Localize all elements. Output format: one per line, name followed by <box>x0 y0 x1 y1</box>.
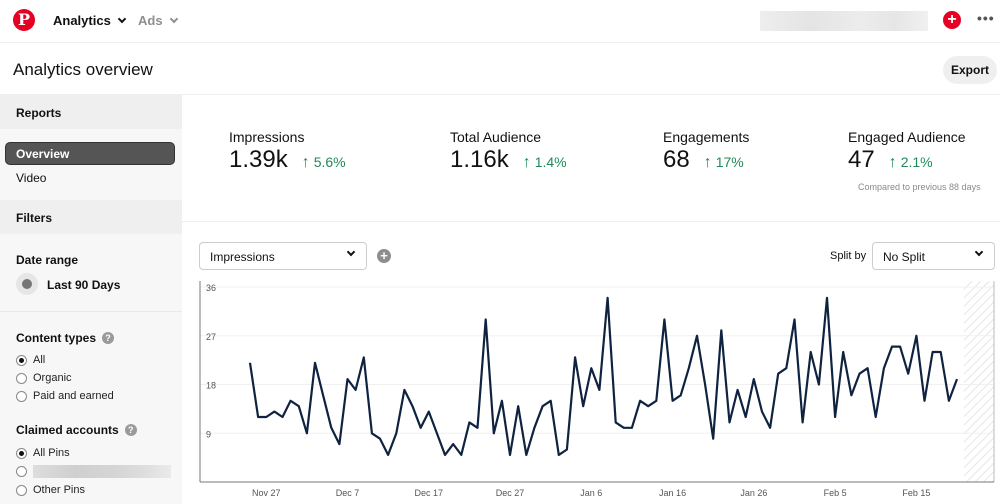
split-by-value: No Split <box>883 250 926 264</box>
date-range-label: Date range <box>16 253 78 267</box>
sidebar-item-overview[interactable]: Overview <box>5 142 175 165</box>
impressions-line-chart[interactable]: 9 18 27 36 Nov 27 Dec 7 Dec 17 Dec 27 Jan 6 Jan 1… <box>182 273 1000 504</box>
chevron-down-icon <box>117 14 127 23</box>
y-tick-label: 36 <box>206 283 216 293</box>
radio-label: Other Pins <box>33 484 85 496</box>
metric-change-value: 2.1% <box>900 154 933 170</box>
metric-value: 1.39k <box>229 146 288 173</box>
help-icon[interactable]: ? <box>102 332 115 344</box>
divider <box>0 311 182 312</box>
date-range-selector[interactable]: Last 90 Days <box>47 278 120 292</box>
radio-label: Organic <box>33 372 72 384</box>
chevron-down-icon <box>974 247 984 257</box>
claimed-accounts-label: Claimed accounts ? <box>16 423 137 437</box>
chevron-down-icon <box>346 247 356 257</box>
radio-content-paid[interactable]: Paid and earned <box>16 390 114 402</box>
x-tick-label: Dec 7 <box>336 488 360 498</box>
metric-label: Engagements <box>663 129 750 145</box>
arrow-up-icon: ↑ <box>301 154 310 171</box>
content-types-label: Content types ? <box>16 331 115 345</box>
future-period-hatch <box>964 281 994 482</box>
metric-engagements[interactable]: Engagements 68 ↑ 17% <box>663 129 749 174</box>
sidebar: Reports Overview Video Filters Date rang… <box>0 95 182 504</box>
date-range-label-text: Date range <box>16 253 79 267</box>
split-by-dropdown[interactable]: No Split <box>872 242 995 270</box>
impressions-series-line <box>248 296 959 456</box>
metric-change-value: 5.6% <box>313 154 346 170</box>
x-tick-label: Feb 5 <box>824 488 847 498</box>
chart-area: Impressions + Split by No Split 9 18 27 36 N… <box>182 223 1000 504</box>
pinterest-logo-icon[interactable]: P <box>13 9 35 31</box>
x-tick-label: Dec 27 <box>496 488 525 498</box>
radio-label: All <box>33 354 46 366</box>
arrow-up-icon: ↑ <box>703 154 712 171</box>
export-button[interactable]: Export <box>943 56 997 84</box>
radio-button[interactable] <box>16 484 27 496</box>
metric-dropdown-value: Impressions <box>210 250 275 264</box>
clock-icon <box>16 273 38 295</box>
x-tick-label: Feb 15 <box>902 488 930 498</box>
metric-engaged-audience[interactable]: Engaged Audience 47 ↑ 2.1% <box>848 129 966 174</box>
metric-change: ↑ 1.4% <box>523 154 567 172</box>
nav-analytics-menu[interactable]: Analytics <box>53 13 127 28</box>
split-by-label: Split by <box>830 250 867 262</box>
chevron-down-icon <box>169 14 178 23</box>
radio-content-organic[interactable]: Organic <box>16 372 72 384</box>
nav-ads-menu[interactable]: Ads <box>138 13 178 28</box>
metric-dropdown[interactable]: Impressions <box>199 242 367 270</box>
redacted-account-label <box>33 465 171 478</box>
radio-content-all[interactable]: All <box>16 354 45 366</box>
comparison-note: Compared to previous 88 days <box>858 182 981 192</box>
arrow-up-icon: ↑ <box>522 154 531 171</box>
radio-accounts-all-pins[interactable]: All Pins <box>16 447 70 459</box>
metric-change-value: 17% <box>715 154 744 170</box>
claimed-accounts-label-text: Claimed accounts <box>16 423 119 437</box>
radio-label: All Pins <box>33 447 70 459</box>
radio-label: Paid and earned <box>33 390 114 402</box>
x-tick-label: Nov 27 <box>252 488 281 498</box>
redacted-account-name[interactable] <box>760 11 928 31</box>
plus-circle-icon[interactable]: + <box>943 11 961 29</box>
metric-value: 68 <box>663 146 690 173</box>
radio-button[interactable] <box>16 354 27 366</box>
radio-accounts-redacted[interactable] <box>16 465 171 478</box>
metrics-summary: Impressions 1.39k ↑ 5.6% Total Audience 1.… <box>182 95 1000 222</box>
radio-button[interactable] <box>16 372 27 384</box>
metric-impressions[interactable]: Impressions 1.39k ↑ 5.6% <box>229 129 346 174</box>
metric-value: 47 <box>848 146 875 173</box>
filters-heading: Filters <box>0 200 182 234</box>
add-metric-icon[interactable]: + <box>377 249 391 263</box>
y-tick-label: 18 <box>206 381 216 391</box>
metric-change: ↑ 2.1% <box>889 154 933 172</box>
radio-button[interactable] <box>16 390 27 402</box>
x-tick-label: Jan 6 <box>580 488 602 498</box>
nav-ads-label: Ads <box>138 13 163 28</box>
x-tick-label: Jan 26 <box>740 488 767 498</box>
reports-heading: Reports <box>0 95 182 129</box>
help-icon[interactable]: ? <box>124 424 137 436</box>
y-tick-label: 27 <box>206 332 216 342</box>
nav-analytics-label: Analytics <box>53 13 111 28</box>
sidebar-item-video[interactable]: Video <box>16 171 46 185</box>
radio-button[interactable] <box>16 466 27 477</box>
y-tick-label: 9 <box>206 429 211 439</box>
metric-change: ↑ 17% <box>704 154 744 172</box>
top-navigation-bar: P Analytics Ads + ••• <box>0 0 1000 43</box>
metric-label: Engaged Audience <box>848 129 966 145</box>
metric-change-value: 1.4% <box>534 154 567 170</box>
page-title: Analytics overview <box>13 60 153 79</box>
metric-change: ↑ 5.6% <box>302 154 346 172</box>
metric-label: Total Audience <box>450 129 542 145</box>
x-tick-label: Dec 17 <box>415 488 444 498</box>
more-icon[interactable]: ••• <box>977 10 995 26</box>
radio-button[interactable] <box>16 447 27 459</box>
arrow-up-icon: ↑ <box>888 154 897 171</box>
metric-total-audience[interactable]: Total Audience 1.16k ↑ 1.4% <box>450 129 567 174</box>
metric-value: 1.16k <box>450 146 509 173</box>
radio-accounts-other-pins[interactable]: Other Pins <box>16 484 85 496</box>
x-tick-label: Jan 16 <box>659 488 686 498</box>
content-types-label-text: Content types <box>16 331 97 345</box>
metric-label: Impressions <box>229 129 305 145</box>
